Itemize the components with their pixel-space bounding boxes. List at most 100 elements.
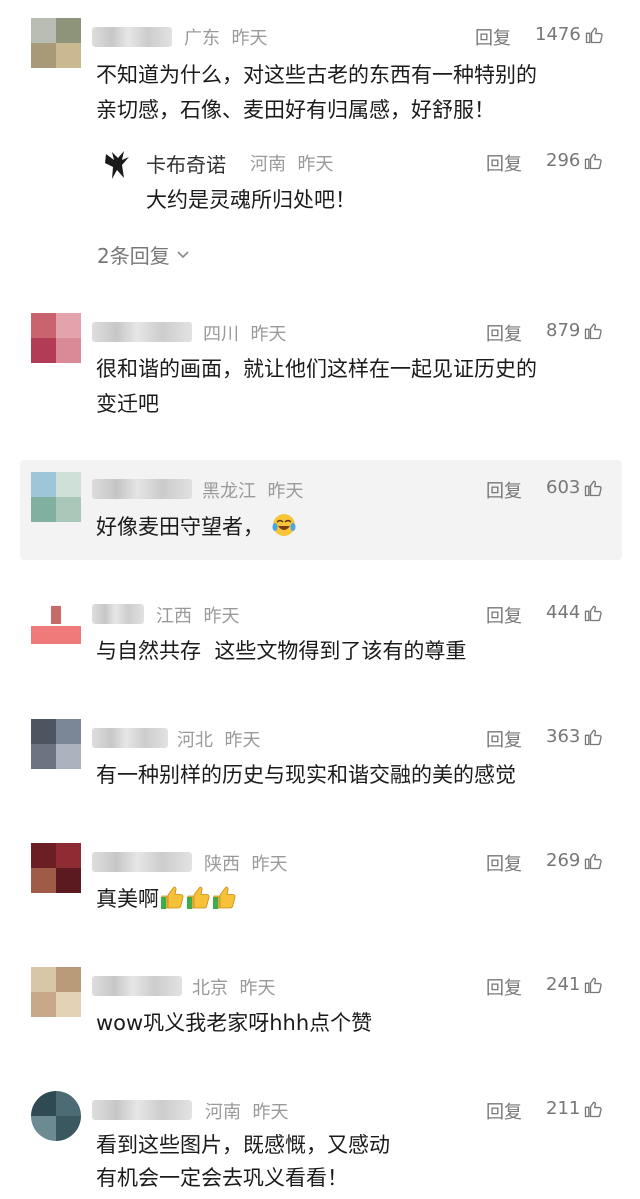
username-blurred[interactable]	[92, 976, 182, 996]
thumbs-up-icon	[585, 323, 603, 339]
region: 北京	[192, 978, 228, 999]
time: 昨天	[251, 854, 288, 875]
avatar[interactable]	[31, 18, 81, 68]
avatar[interactable]	[31, 1091, 81, 1141]
thumbs-up-icon	[585, 605, 603, 621]
region: 江西	[156, 606, 192, 627]
reply-button[interactable]: 回复	[486, 974, 522, 1000]
like-button[interactable]: 879	[546, 320, 603, 341]
username-blurred[interactable]	[92, 479, 192, 499]
like-count: 296	[546, 150, 581, 171]
thumbs-up-icon	[585, 480, 603, 496]
time: 昨天	[250, 324, 287, 345]
username-blurred[interactable]	[92, 728, 168, 748]
username-blurred[interactable]	[92, 27, 172, 47]
region: 黑龙江	[202, 481, 256, 502]
avatar[interactable]	[31, 843, 81, 893]
time: 昨天	[224, 730, 261, 751]
comment-text-line: wow巩义我老家呀hhh点个赞	[96, 1011, 373, 1035]
like-count: 444	[546, 602, 581, 623]
avatar[interactable]	[31, 967, 81, 1017]
comment-region-time: 陕西 昨天	[204, 850, 287, 876]
comment-text: 好像麦田守望者，	[96, 510, 297, 545]
region: 河南	[205, 1102, 241, 1123]
username-blurred[interactable]	[92, 322, 192, 342]
comment-text-line: 变迁吧	[96, 392, 159, 416]
silhouette-icon	[105, 151, 129, 179]
chevron-down-icon	[177, 250, 189, 258]
laughing-tears-emoji-icon	[272, 514, 296, 536]
comment-text-line: 有机会一定会去巩义看看！	[96, 1166, 348, 1190]
like-count: 1476	[535, 24, 581, 45]
like-button[interactable]: 603	[546, 477, 603, 498]
thumbs-up-icon	[585, 729, 603, 745]
comment-text-line: 亲切感，石像、麦田好有归属感，好舒服！	[96, 98, 495, 122]
comment-region-time: 四川 昨天	[203, 320, 286, 346]
like-button[interactable]: 211	[546, 1098, 603, 1119]
sub-reply-username[interactable]: 卡布奇诺	[146, 149, 226, 178]
comment-region-time: 北京 昨天	[192, 974, 275, 1000]
like-button[interactable]: 363	[546, 726, 603, 747]
avatar[interactable]	[31, 602, 81, 652]
reply-button[interactable]: 回复	[486, 1098, 522, 1124]
like-button[interactable]: 1476	[535, 24, 604, 45]
sub-reply-text: 大约是灵魂所归处吧！	[146, 188, 356, 212]
comment-text-line: 不知道为什么，对这些古老的东西有一种特别的	[96, 63, 537, 87]
username-blurred[interactable]	[92, 852, 192, 872]
reply-button[interactable]: 回复	[475, 24, 511, 50]
comment-text-line: 与自然共存 这些文物得到了该有的尊重	[96, 639, 467, 663]
reply-button[interactable]: 回复	[486, 477, 522, 503]
reply-button[interactable]: 回复	[486, 850, 522, 876]
region: 广东	[184, 28, 220, 49]
username-blurred[interactable]	[92, 1100, 192, 1120]
time: 昨天	[239, 978, 276, 999]
comment-text-line: 好像麦田守望者，	[96, 515, 264, 539]
reply-button[interactable]: 回复	[486, 726, 522, 752]
avatar[interactable]	[31, 472, 81, 522]
reply-button[interactable]: 回复	[486, 320, 522, 346]
like-count: 269	[546, 850, 581, 871]
region: 河南	[250, 154, 286, 175]
comment-text-line: 很和谐的画面，就让他们这样在一起见证历史的	[96, 357, 537, 381]
like-count: 363	[546, 726, 581, 747]
reply-button[interactable]: 回复	[486, 602, 522, 628]
like-count: 603	[546, 477, 581, 498]
more-replies-link[interactable]: 2条回复	[97, 240, 190, 269]
sub-reply-avatar[interactable]	[100, 148, 134, 182]
thumbs-up-icon	[585, 977, 603, 993]
avatar[interactable]	[31, 313, 81, 363]
like-count: 211	[546, 1098, 581, 1119]
like-button[interactable]: 296	[546, 150, 603, 171]
like-button[interactable]: 444	[546, 602, 603, 623]
thumbs-up-icon	[585, 27, 603, 43]
thumbs-up-emoji-icon	[161, 886, 236, 909]
sub-reply-region-time: 河南 昨天	[250, 150, 333, 176]
time: 昨天	[252, 1102, 289, 1123]
comment-region-time: 河北 昨天	[177, 726, 260, 752]
comment-region-time: 广东 昨天	[184, 24, 267, 50]
like-button[interactable]: 269	[546, 850, 603, 871]
time: 昨天	[231, 28, 268, 49]
thumbs-up-icon	[585, 853, 603, 869]
comment-region-time: 江西 昨天	[156, 602, 239, 628]
like-count: 879	[546, 320, 581, 341]
comment-text-line: 真美啊	[96, 887, 159, 911]
region: 河北	[177, 730, 213, 751]
comment-text-line: 有一种别样的历史与现实和谐交融的美的感觉	[96, 763, 516, 787]
username-blurred[interactable]	[92, 604, 144, 624]
like-button[interactable]: 241	[546, 974, 603, 995]
like-count: 241	[546, 974, 581, 995]
avatar[interactable]	[31, 719, 81, 769]
time: 昨天	[297, 154, 334, 175]
comment-text: 真美啊	[96, 882, 237, 917]
region: 四川	[203, 324, 239, 345]
more-replies-label: 2条回复	[97, 244, 170, 268]
comment-region-time: 黑龙江 昨天	[202, 477, 303, 503]
time: 昨天	[203, 606, 240, 627]
thumbs-up-icon	[585, 1101, 603, 1117]
thumbs-up-icon	[585, 153, 603, 169]
region: 陕西	[204, 854, 240, 875]
comment-region-time: 河南 昨天	[205, 1098, 288, 1124]
reply-button[interactable]: 回复	[486, 150, 522, 176]
comment-text-line: 看到这些图片，既感慨，又感动	[96, 1133, 390, 1157]
